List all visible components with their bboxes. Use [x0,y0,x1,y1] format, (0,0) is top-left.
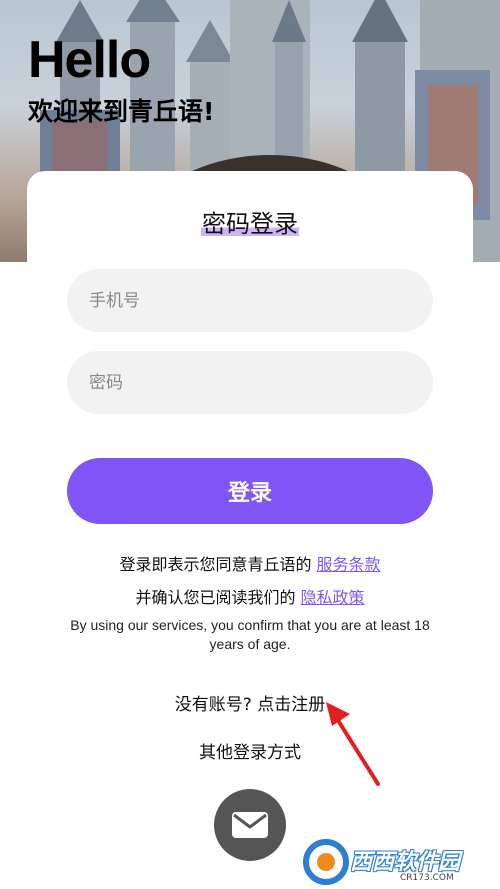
privacy-policy-link[interactable]: 隐私政策 [301,588,365,607]
login-title-text: 密码登录 [201,210,299,238]
no-account-prompt: 没有账号? [174,695,252,715]
watermark-url: CR173.COM [400,873,454,883]
password-input[interactable] [67,351,433,414]
terms-of-service-link[interactable]: 服务条款 [317,555,381,574]
login-title: 密码登录 [0,207,500,241]
watermark: 西西软件园 CR173.COM [300,836,500,889]
terms-line-1: 登录即表示您同意青丘语的 服务条款 [0,551,500,575]
watermark-brand: 西西软件园 [350,850,461,875]
age-notice: By using our services, you confirm that … [70,617,430,652]
terms-line-2: 并确认您已阅读我们的 隐私政策 [0,584,500,608]
welcome-subtitle: 欢迎来到青丘语! [28,97,215,126]
register-row: 没有账号? 点击注册 [0,690,500,715]
mail-icon [232,812,268,838]
hello-heading: Hello [28,31,151,89]
terms-prefix: 登录即表示您同意青丘语的 [119,555,312,574]
other-login-label: 其他登录方式 [199,743,301,763]
email-login-button[interactable] [214,789,286,861]
privacy-prefix: 并确认您已阅读我们的 [135,588,296,607]
login-button-label: 登录 [227,481,272,506]
login-button[interactable]: 登录 [67,458,433,524]
register-link[interactable]: 点击注册 [257,695,325,715]
watermark-logo-icon [303,839,349,885]
phone-input[interactable] [67,269,433,332]
